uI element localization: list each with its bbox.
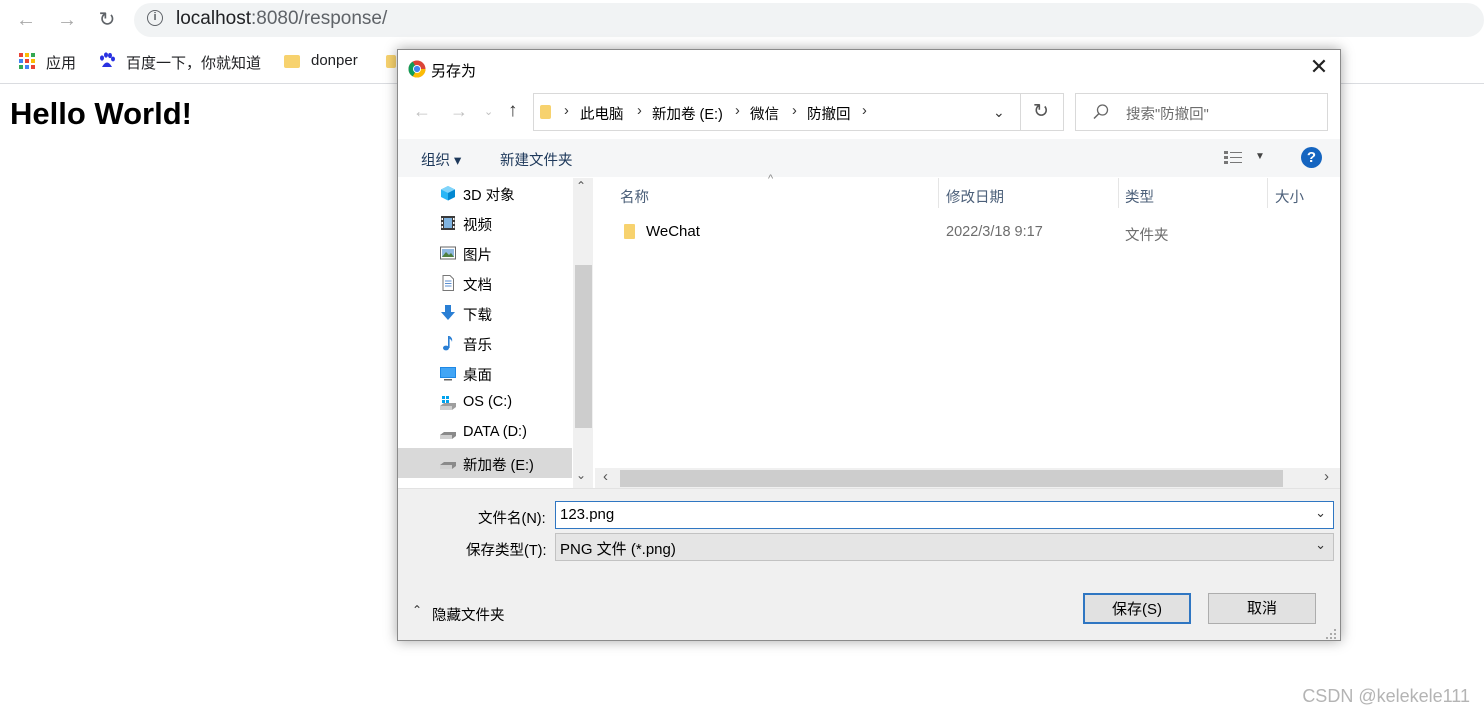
breadcrumb-sep-icon[interactable]: › — [792, 103, 797, 119]
baidu-paw-icon — [98, 52, 116, 70]
new-folder-button[interactable]: 新建文件夹 — [500, 149, 573, 170]
info-icon[interactable]: i — [147, 10, 163, 26]
view-dropdown-icon[interactable]: ▼ — [1255, 151, 1265, 162]
column-header-size[interactable]: 大小 — [1275, 186, 1304, 207]
url-text[interactable]: localhost:8080/response/ — [176, 8, 387, 30]
dialog-title: 另存为 — [431, 63, 477, 80]
resize-grip-icon[interactable] — [1326, 627, 1337, 639]
column-divider[interactable] — [938, 178, 939, 208]
breadcrumb-this-pc[interactable]: 此电脑 — [580, 103, 624, 124]
forward-icon[interactable]: → — [54, 8, 80, 34]
sort-indicator-icon: ^ — [768, 173, 774, 185]
view-options-icon[interactable] — [1224, 150, 1242, 164]
nav-item-videos[interactable]: 视频 — [398, 208, 572, 238]
nav-scrollbar-thumb[interactable] — [575, 265, 592, 428]
column-header-type[interactable]: 类型 — [1125, 186, 1154, 207]
recent-dropdown-icon[interactable]: ⌄ — [484, 105, 493, 118]
video-icon — [440, 215, 456, 231]
horizontal-scrollbar-thumb[interactable] — [620, 470, 1283, 487]
filetype-value: PNG 文件 (*.png) — [560, 541, 676, 558]
column-header-modified[interactable]: 修改日期 — [946, 186, 1004, 207]
nav-item-documents[interactable]: 文档 — [398, 268, 572, 298]
organize-menu[interactable]: 组织 ▾ — [421, 149, 461, 170]
nav-item-music[interactable]: 音乐 — [398, 328, 572, 358]
back-icon[interactable]: ← — [13, 8, 39, 34]
breadcrumb-fangchehui[interactable]: 防撤回 — [807, 103, 851, 124]
music-icon — [440, 335, 456, 351]
table-row[interactable]: WeChat 2022/3/18 9:17 文件夹 — [618, 218, 1333, 246]
chevron-up-icon[interactable]: ⌃ — [412, 603, 422, 617]
apps-grid-icon[interactable] — [19, 53, 35, 69]
filename-input[interactable]: 123.png ⌄ — [555, 501, 1334, 529]
forward-arrow-icon[interactable]: → — [450, 101, 468, 122]
desktop-icon — [440, 365, 456, 381]
column-header-name[interactable]: 名称 — [620, 186, 649, 207]
3d-objects-icon — [440, 185, 456, 201]
chevron-down-icon[interactable]: ⌄ — [1315, 537, 1326, 553]
drive-icon — [440, 425, 456, 441]
nav-item-drive-c[interactable]: OS (C:) — [398, 388, 572, 418]
chevron-down-icon[interactable]: ⌄ — [1315, 505, 1326, 521]
nav-item-drive-d[interactable]: DATA (D:) — [398, 418, 572, 448]
downloads-icon — [440, 305, 456, 321]
nav-item-downloads[interactable]: 下载 — [398, 298, 572, 328]
column-divider[interactable] — [1267, 178, 1268, 208]
scroll-left-icon[interactable]: ‹ — [603, 468, 608, 485]
file-type: 文件夹 — [1125, 228, 1169, 244]
refresh-button[interactable]: ↻ — [1021, 93, 1064, 131]
help-icon[interactable]: ? — [1301, 147, 1322, 168]
breadcrumb-sep-icon[interactable]: › — [564, 103, 569, 119]
column-divider[interactable] — [1118, 178, 1119, 208]
close-icon[interactable]: ✕ — [1306, 54, 1332, 80]
folder-icon — [624, 224, 635, 239]
bookmark-baidu[interactable]: 百度一下，你就知道 — [126, 52, 261, 73]
drive-icon — [440, 455, 456, 471]
filetype-select[interactable]: PNG 文件 (*.png) ⌄ — [555, 533, 1334, 561]
breadcrumb-drive-e[interactable]: 新加卷 (E:) — [652, 103, 723, 124]
filename-label: 文件名(N): — [478, 511, 546, 527]
documents-icon — [440, 275, 456, 291]
search-input[interactable]: 搜索"防撤回" — [1075, 93, 1328, 131]
bookmark-donper[interactable]: donper — [311, 52, 358, 69]
nav-item-desktop[interactable]: 桌面 — [398, 358, 572, 388]
breadcrumb-sep-icon[interactable]: › — [735, 103, 740, 119]
pictures-icon — [440, 245, 456, 261]
nav-item-pictures[interactable]: 图片 — [398, 238, 572, 268]
breadcrumb-sep-icon[interactable]: › — [862, 103, 867, 119]
breadcrumb-wechat[interactable]: 微信 — [750, 103, 779, 124]
back-arrow-icon[interactable]: ← — [413, 101, 431, 122]
reload-icon[interactable]: ↻ — [94, 8, 120, 34]
up-arrow-icon[interactable]: ↑ — [508, 100, 518, 122]
scroll-down-icon[interactable]: ⌄ — [576, 468, 586, 482]
save-as-dialog: 另存为 ✕ ← → ⌄ ↑ › 此电脑 › 新加卷 (E:) › 微信 › 防撤… — [397, 49, 1341, 641]
hide-folders-toggle[interactable]: 隐藏文件夹 — [432, 604, 505, 625]
filetype-label: 保存类型(T): — [466, 543, 547, 559]
watermark: CSDN @kelekele111 — [1302, 686, 1470, 706]
file-name: WeChat — [646, 223, 700, 240]
search-placeholder: 搜索"防撤回" — [1126, 107, 1209, 123]
filename-value: 123.png — [560, 506, 615, 523]
scroll-right-icon[interactable]: › — [1324, 468, 1329, 485]
folder-icon — [386, 55, 396, 68]
file-modified: 2022/3/18 9:17 — [946, 224, 1043, 240]
breadcrumb-sep-icon[interactable]: › — [637, 103, 642, 119]
scroll-up-icon[interactable]: ⌃ — [576, 179, 586, 193]
search-icon — [1092, 103, 1110, 121]
save-button[interactable]: 保存(S) — [1083, 593, 1191, 624]
nav-item-3d-objects[interactable]: 3D 对象 — [398, 178, 572, 208]
bookmark-apps[interactable]: 应用 — [46, 52, 76, 73]
refresh-icon: ↻ — [1033, 101, 1049, 122]
folder-icon — [284, 55, 300, 68]
folder-icon — [540, 105, 551, 119]
chrome-logo-icon — [408, 60, 426, 78]
chevron-down-icon[interactable]: ⌄ — [993, 104, 1005, 121]
drive-c-icon — [440, 395, 456, 411]
cancel-button[interactable]: 取消 — [1208, 593, 1316, 624]
page-heading: Hello World! — [10, 96, 192, 131]
nav-item-drive-e-selected[interactable]: 新加卷 (E:) — [398, 448, 572, 478]
